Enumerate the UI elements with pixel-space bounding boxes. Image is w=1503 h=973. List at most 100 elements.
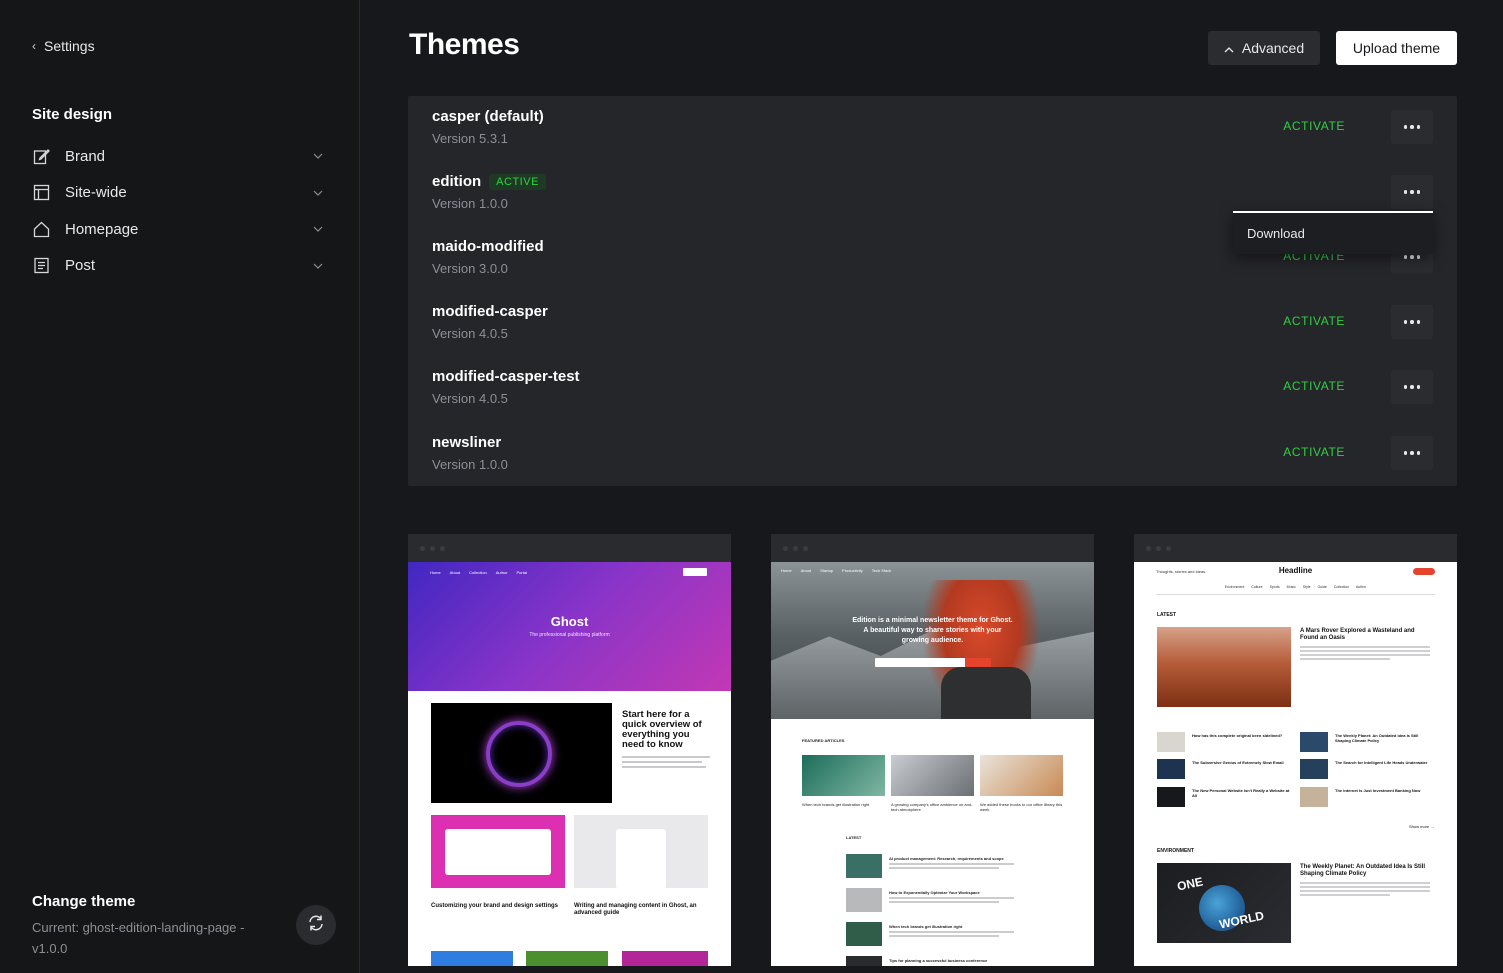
section-heading: Site design <box>32 106 113 123</box>
edition-hero: Home About Startup Productivity Tech Sta… <box>771 562 1094 719</box>
more-menu-button[interactable] <box>1391 110 1433 144</box>
edit-icon <box>32 147 50 165</box>
chevron-up-icon <box>1224 40 1234 56</box>
sidebar-item-brand[interactable]: Brand <box>32 138 324 175</box>
more-menu-button[interactable] <box>1391 175 1433 209</box>
feature-title: A Mars Rover Explored a Wasteland and Fo… <box>1300 628 1415 641</box>
featured-caption: When tech brands get illustration right <box>802 802 870 807</box>
headline-nav: Environment Culture Sports Music Style G… <box>1224 585 1367 589</box>
featured-thumb <box>891 755 974 796</box>
list-item: The Subversive Genius of Extremely Slow … <box>1157 759 1291 779</box>
list-item: AI product management: Research, require… <box>846 854 1026 878</box>
featured-caption: We added these books to our office libra… <box>980 802 1063 812</box>
preview-window-bar <box>771 534 1094 562</box>
chevron-left-icon: ‹ <box>32 39 36 53</box>
more-menu-button[interactable] <box>1391 436 1433 470</box>
list-item: How has this complete original been side… <box>1157 732 1291 752</box>
list-item-title: The Weekly Planet: An Outdated Idea Is S… <box>1335 733 1419 743</box>
ring-graphic <box>486 721 552 787</box>
list-item-title: The New Personal Website Isn't Really a … <box>1192 788 1290 798</box>
theme-name: edition ACTIVE <box>432 173 546 190</box>
upload-theme-button[interactable]: Upload theme <box>1336 31 1457 65</box>
show-more-link: Show more → <box>1409 824 1435 829</box>
document-icon <box>32 257 50 275</box>
sidebar-item-post[interactable]: Post <box>32 248 324 285</box>
feature-text: Start here for a quick overview of every… <box>622 710 712 768</box>
bottom-thumb <box>526 951 608 966</box>
sidebar-item-homepage[interactable]: Homepage <box>32 211 324 248</box>
nav-item: About <box>449 570 461 575</box>
list-item-title: How to Exponentially Optimize Your Works… <box>889 890 980 895</box>
theme-row: edition ACTIVE Version 1.0.0 <box>432 161 1433 213</box>
list-item: How to Exponentially Optimize Your Works… <box>846 888 1026 912</box>
list-item: The Internet Is Just Investment Banking … <box>1300 787 1434 807</box>
more-icon <box>1403 451 1421 455</box>
sidebar-item-label: Brand <box>65 147 106 165</box>
theme-actions-dropdown: Download <box>1233 211 1433 254</box>
list-item-title: The Search for Intelligent Life Heads Un… <box>1335 760 1428 765</box>
theme-name-text: modified-casper <box>432 303 548 320</box>
theme-name: modified-casper <box>432 303 548 320</box>
theme-preview-card-casper[interactable]: Home About Collection Author Portal Ghos… <box>408 534 731 966</box>
download-menu-item[interactable]: Download <box>1247 226 1305 241</box>
feature-title: Start here for a quick overview of every… <box>622 709 702 750</box>
activate-button[interactable]: ACTIVATE <box>1283 379 1345 393</box>
home-icon <box>32 220 50 238</box>
more-menu-button[interactable] <box>1391 370 1433 404</box>
bottom-thumb <box>622 951 708 966</box>
environment-label: ENVIRONMENT <box>1157 848 1194 854</box>
nav-item: About <box>800 568 812 573</box>
theme-name: casper (default) <box>432 108 544 125</box>
latest-label: LATEST <box>846 835 862 840</box>
sidebar-item-label: Homepage <box>65 220 139 238</box>
edition-nav: Home About Startup Productivity Tech Sta… <box>781 568 891 573</box>
casper-nav: Home About Collection Author Portal <box>430 570 527 575</box>
list-item: The New Personal Website Isn't Really a … <box>1157 787 1291 807</box>
activate-button[interactable]: ACTIVATE <box>1283 314 1345 328</box>
theme-preview-card-headline[interactable]: Thoughts, stories and ideas. Headline En… <box>1134 534 1457 966</box>
casper-hero: Home About Collection Author Portal Ghos… <box>408 562 731 691</box>
nav-item: Startup <box>820 568 834 573</box>
theme-name-text: modified-casper-test <box>432 368 580 385</box>
advanced-button[interactable]: Advanced <box>1208 31 1320 65</box>
activate-button[interactable]: ACTIVATE <box>1283 445 1345 459</box>
theme-row: newsliner Version 1.0.0 ACTIVATE <box>432 422 1433 474</box>
layout-icon <box>32 184 50 202</box>
list-item-title: How has this complete original been side… <box>1192 733 1283 738</box>
preview-window-bar <box>408 534 731 562</box>
list-item-title: Tips for planning a successful business … <box>889 958 988 963</box>
theme-preview-card-edition[interactable]: Home About Startup Productivity Tech Sta… <box>771 534 1094 966</box>
activate-button[interactable]: ACTIVATE <box>1283 119 1345 133</box>
chevron-down-icon <box>312 187 324 199</box>
theme-version: Version 4.0.5 <box>432 326 508 341</box>
casper-title: Ghost <box>550 614 589 629</box>
theme-version: Version 4.0.5 <box>432 391 508 406</box>
signup-form <box>875 658 991 667</box>
settings-sidebar: ‹ Settings Site design Brand Site-wide H… <box>0 0 360 973</box>
more-menu-button[interactable] <box>1391 305 1433 339</box>
sign-word: ONE <box>1175 874 1205 894</box>
list-item-title: When tech brands get illustration right <box>889 924 963 929</box>
current-theme-label: Current: ghost-edition-landing-page - v1… <box>32 920 245 956</box>
theme-name-text: casper (default) <box>432 108 544 125</box>
back-label: Settings <box>44 38 95 54</box>
subscribe-pill <box>1413 568 1435 575</box>
feature-image <box>431 703 612 803</box>
nav-item: Home <box>781 568 792 573</box>
casper-tagline: The professional publishing platform <box>529 632 610 638</box>
more-icon <box>1403 320 1421 324</box>
nav-item: Tech Stack <box>871 568 892 573</box>
theme-row: casper (default) Version 5.3.1 ACTIVATE <box>432 96 1433 148</box>
back-to-settings-link[interactable]: ‹ Settings <box>32 38 95 54</box>
theme-row: modified-casper-test Version 4.0.5 ACTIV… <box>432 356 1433 408</box>
sidebar-item-site-wide[interactable]: Site-wide <box>32 175 324 212</box>
list-item: The Search for Intelligent Life Heads Un… <box>1300 759 1434 779</box>
card-title: Writing and managing content in Ghost, a… <box>574 903 697 916</box>
nav-item: Author <box>495 570 508 575</box>
change-theme-info: Change theme Current: ghost-edition-land… <box>32 893 332 959</box>
nav-item: Collection <box>469 570 487 575</box>
feature-image <box>1157 627 1291 707</box>
change-theme-button[interactable] <box>296 905 336 945</box>
more-icon <box>1403 255 1421 259</box>
featured-label: FEATURED ARTICLES <box>802 738 845 743</box>
